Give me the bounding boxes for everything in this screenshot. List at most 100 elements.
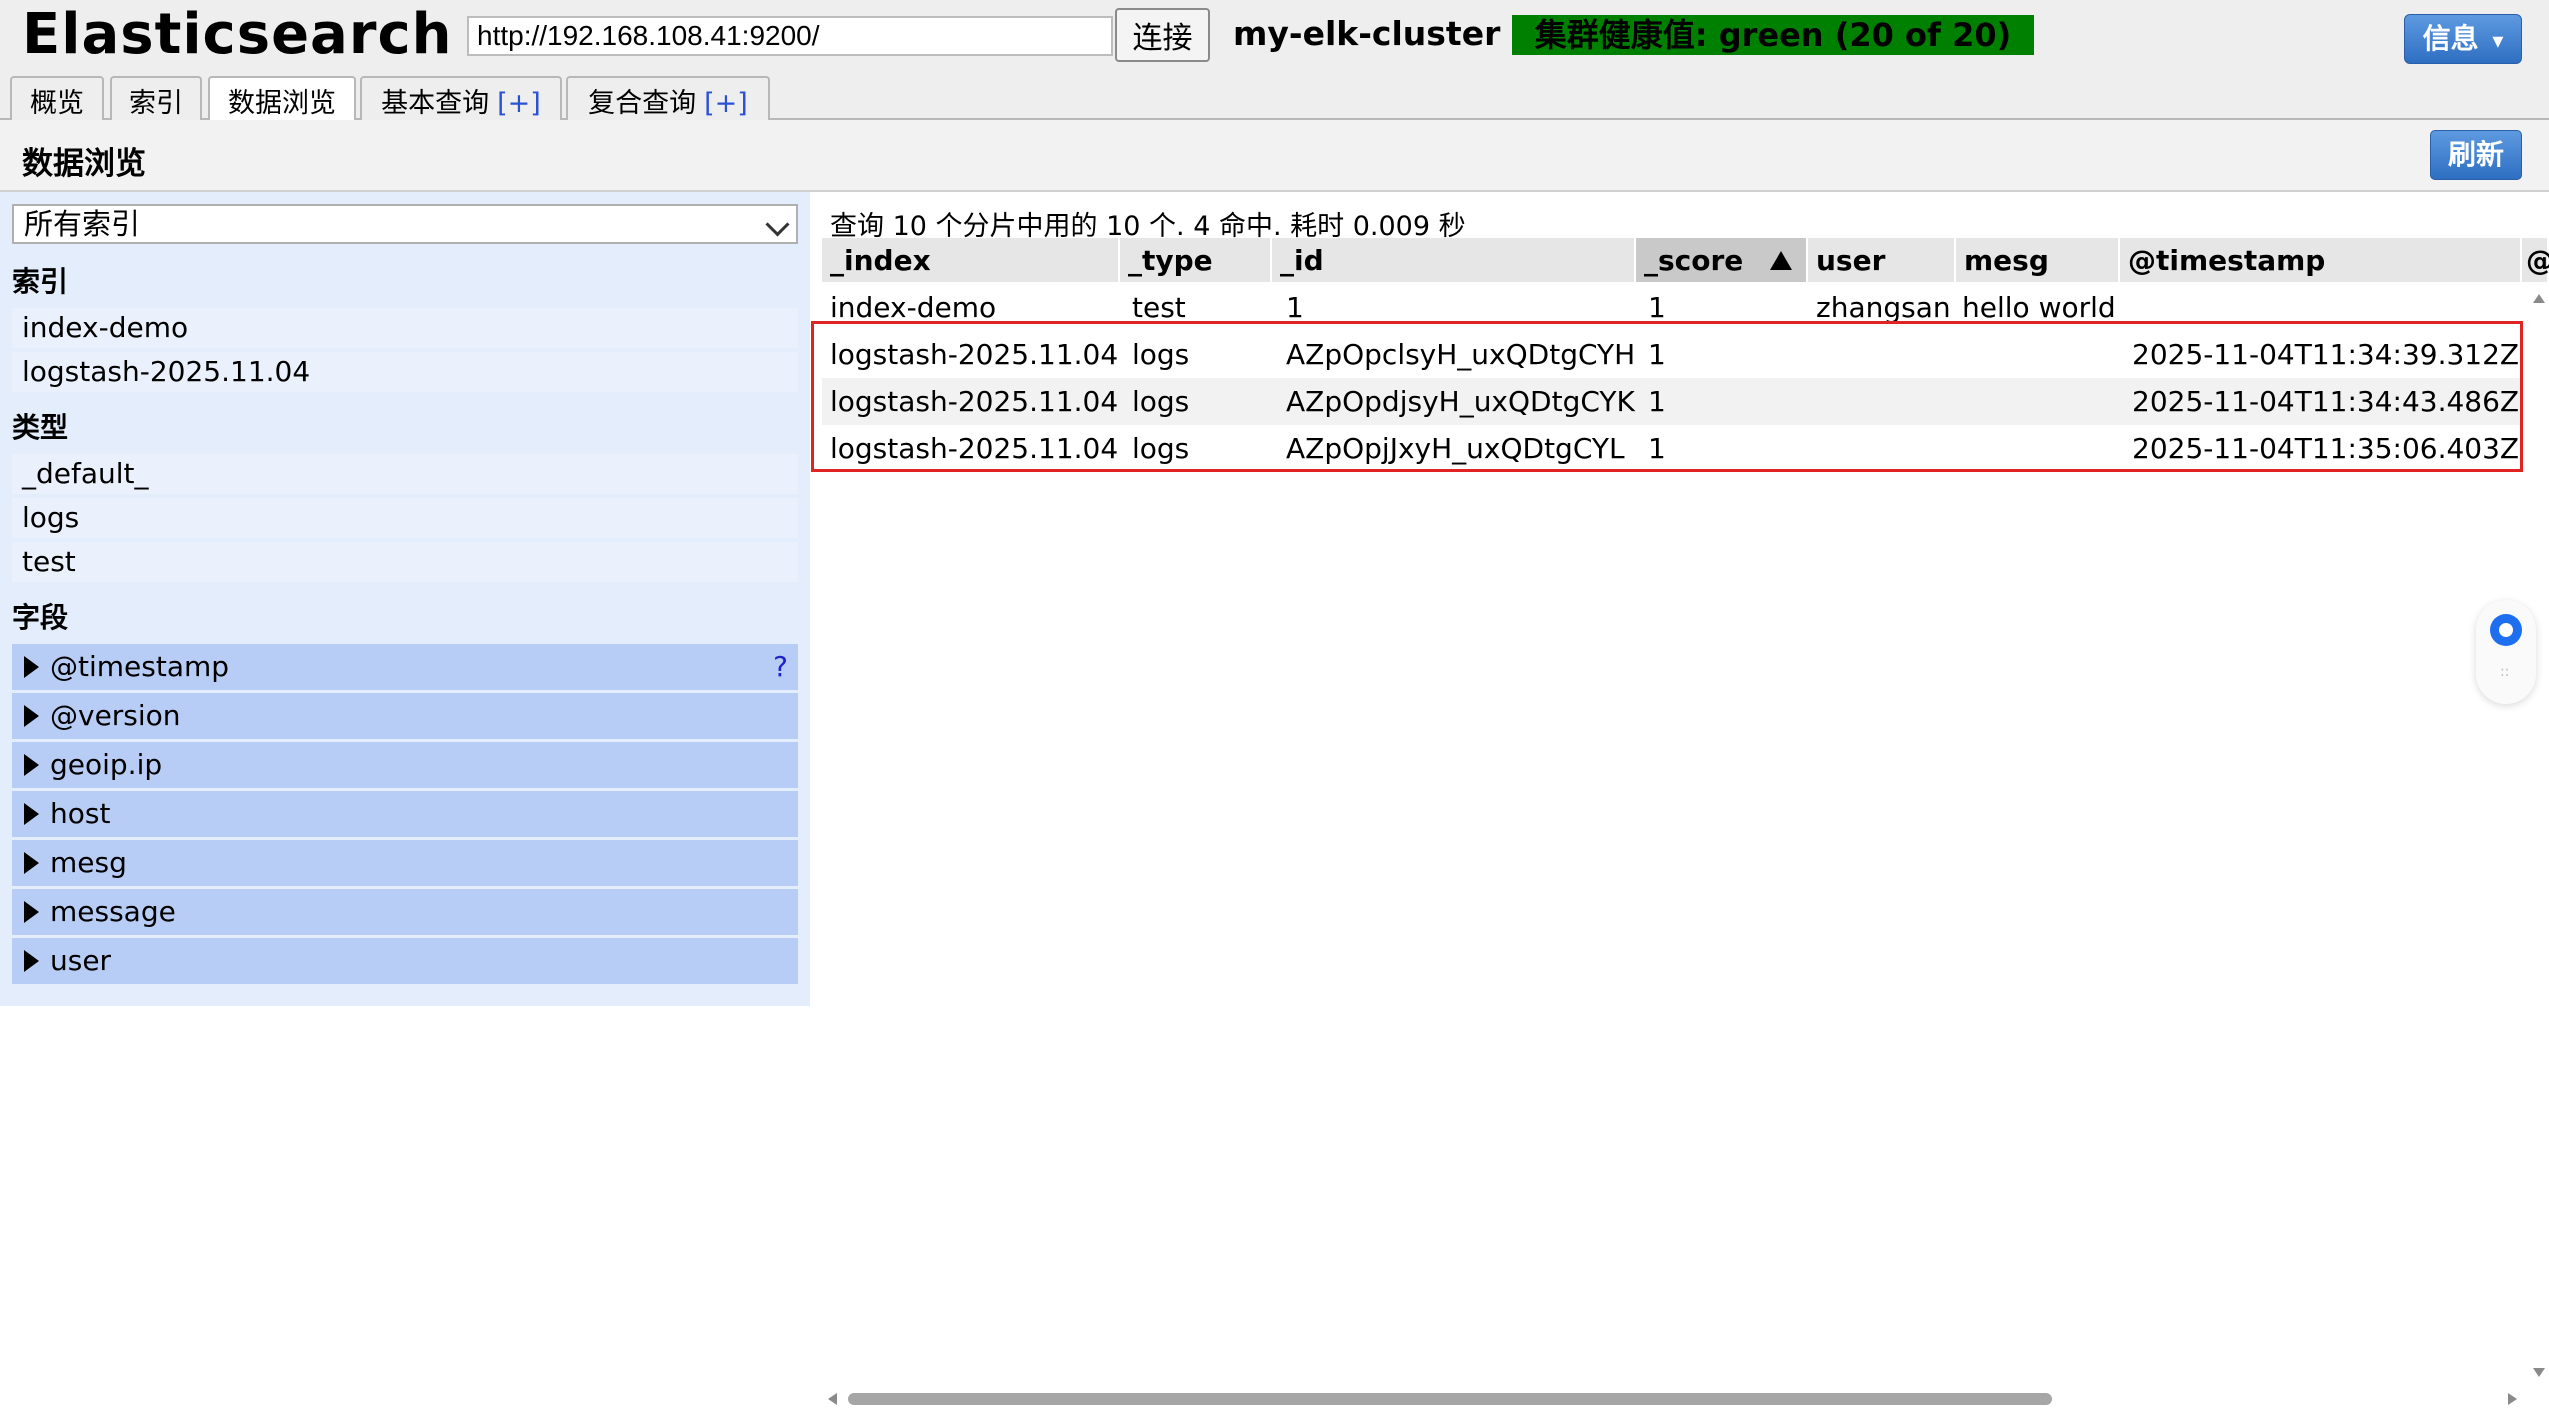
column-header-mesg[interactable]: mesg	[1956, 238, 2120, 282]
cell-id: AZpOpclsyH_uxQDtgCYH	[1286, 338, 1636, 371]
table-row[interactable]: logstash-2025.11.04 logs AZpOpjJxyH_uxQD…	[822, 425, 2522, 472]
cell-type: logs	[1132, 432, 1190, 465]
tab-data-browser[interactable]: 数据浏览	[208, 76, 356, 122]
index-filter-item[interactable]: index-demo	[12, 308, 798, 348]
cell-timestamp: 2025-11-04T11:34:43.486Z	[2132, 385, 2520, 418]
cell-score: 1	[1648, 291, 1666, 324]
section-bar: 数据浏览 刷新	[0, 120, 2549, 192]
floating-assistant-widget[interactable]: ::	[2476, 600, 2536, 704]
scroll-left-arrow-icon[interactable]	[828, 1393, 837, 1405]
tab-basic-query[interactable]: 基本查询 [+]	[360, 76, 562, 120]
column-header-timestamp[interactable]: @timestamp	[2120, 238, 2522, 282]
field-item-geoip-ip[interactable]: geoip.ip	[12, 742, 798, 788]
cell-type: test	[1132, 291, 1186, 324]
cell-mesg: hello world	[1962, 291, 2116, 324]
column-header-label: _score	[1644, 244, 1744, 277]
field-label: host	[50, 797, 111, 830]
cell-score: 1	[1648, 385, 1666, 418]
app-title: Elasticsearch	[22, 2, 453, 67]
column-header-id[interactable]: _id	[1272, 238, 1636, 282]
page-title: 数据浏览	[22, 146, 146, 182]
field-label: mesg	[50, 846, 127, 879]
connect-button[interactable]: 连接	[1115, 8, 1210, 62]
types-heading: 类型	[12, 411, 69, 444]
cell-index: logstash-2025.11.04	[830, 385, 1119, 418]
expand-triangle-icon	[24, 656, 39, 678]
indices-heading: 索引	[12, 265, 69, 298]
tab-label: 基本查询	[381, 88, 490, 119]
add-tab-plus: [+]	[497, 88, 541, 119]
column-header-user[interactable]: user	[1808, 238, 1956, 282]
cell-type: logs	[1132, 385, 1190, 418]
column-header-index[interactable]: _index	[822, 238, 1120, 282]
cell-id: AZpOpjJxyH_uxQDtgCYL	[1286, 432, 1625, 465]
cell-timestamp: 2025-11-04T11:34:39.312Z	[2132, 338, 2520, 371]
scroll-up-arrow-icon[interactable]	[2533, 294, 2545, 303]
cell-index: logstash-2025.11.04	[830, 338, 1119, 371]
tab-label: 概览	[30, 88, 84, 119]
field-item-user[interactable]: user	[12, 938, 798, 984]
drag-grip-icon[interactable]: ::	[2500, 665, 2509, 679]
scroll-down-arrow-icon[interactable]	[2533, 1368, 2545, 1377]
column-header-type[interactable]: _type	[1120, 238, 1272, 282]
expand-triangle-icon	[24, 852, 39, 874]
sort-ascending-icon	[1770, 251, 1792, 270]
cluster-name: my-elk-cluster	[1233, 14, 1501, 53]
tab-label: 复合查询	[588, 88, 697, 119]
field-label: @timestamp	[50, 650, 230, 683]
cell-score: 1	[1648, 432, 1666, 465]
filter-sidebar: 所有索引 索引 index-demo logstash-2025.11.04 类…	[0, 192, 810, 1006]
index-select-value: 所有索引	[24, 207, 141, 241]
cell-index: index-demo	[830, 291, 997, 324]
refresh-button[interactable]: 刷新	[2430, 130, 2522, 180]
cell-id: AZpOpdjsyH_uxQDtgCYK	[1286, 385, 1635, 418]
expand-triangle-icon	[24, 754, 39, 776]
field-label: geoip.ip	[50, 748, 163, 781]
tab-compound-query[interactable]: 复合查询 [+]	[566, 76, 770, 120]
expand-triangle-icon	[24, 803, 39, 825]
assistant-bubble-icon[interactable]	[2490, 614, 2522, 646]
info-button-label: 信息	[2422, 22, 2479, 55]
field-label: @version	[50, 699, 181, 732]
table-row[interactable]: logstash-2025.11.04 logs AZpOpclsyH_uxQD…	[822, 331, 2522, 378]
index-select[interactable]: 所有索引	[12, 204, 798, 244]
tab-indices[interactable]: 索引	[110, 76, 202, 120]
field-item-host[interactable]: host	[12, 791, 798, 837]
chevron-down-icon	[765, 212, 790, 237]
expand-triangle-icon	[24, 705, 39, 727]
field-item-timestamp[interactable]: @timestamp ?	[12, 644, 798, 690]
top-header: Elasticsearch 连接 my-elk-cluster 集群健康值: g…	[0, 0, 2549, 122]
cell-timestamp: 2025-11-04T11:35:06.403Z	[2132, 432, 2520, 465]
field-item-version[interactable]: @version	[12, 693, 798, 739]
field-item-message[interactable]: message	[12, 889, 798, 935]
info-menu-button[interactable]: 信息 ▾	[2404, 14, 2522, 64]
column-header-truncated[interactable]: @	[2522, 238, 2549, 282]
column-header-score[interactable]: _score	[1636, 238, 1808, 282]
field-item-mesg[interactable]: mesg	[12, 840, 798, 886]
cell-type: logs	[1132, 338, 1190, 371]
tab-label: 数据浏览	[228, 88, 336, 119]
type-filter-item[interactable]: test	[12, 542, 798, 582]
table-row[interactable]: logstash-2025.11.04 logs AZpOpdjsyH_uxQD…	[822, 378, 2522, 425]
cell-user: zhangsan	[1816, 291, 1951, 324]
expand-triangle-icon	[24, 950, 39, 972]
index-filter-item[interactable]: logstash-2025.11.04	[12, 352, 798, 392]
server-url-input[interactable]	[467, 16, 1113, 56]
chevron-down-icon: ▾	[2492, 29, 2504, 54]
table-row[interactable]: index-demo test 1 1 zhangsan hello world	[822, 284, 2522, 331]
field-label: message	[50, 895, 176, 928]
scroll-right-arrow-icon[interactable]	[2508, 1393, 2517, 1405]
fields-heading: 字段	[12, 601, 69, 634]
cell-score: 1	[1648, 338, 1666, 371]
cell-id: 1	[1286, 291, 1304, 324]
horizontal-scroll-thumb[interactable]	[848, 1393, 2052, 1405]
cluster-health-badge: 集群健康值: green (20 of 20)	[1512, 15, 2034, 55]
tab-overview[interactable]: 概览	[10, 76, 104, 120]
help-question-icon[interactable]: ?	[773, 644, 788, 690]
expand-triangle-icon	[24, 901, 39, 923]
type-filter-item[interactable]: _default_	[12, 454, 798, 494]
cell-index: logstash-2025.11.04	[830, 432, 1119, 465]
field-label: user	[50, 944, 112, 977]
type-filter-item[interactable]: logs	[12, 498, 798, 538]
tab-label: 索引	[129, 88, 183, 119]
